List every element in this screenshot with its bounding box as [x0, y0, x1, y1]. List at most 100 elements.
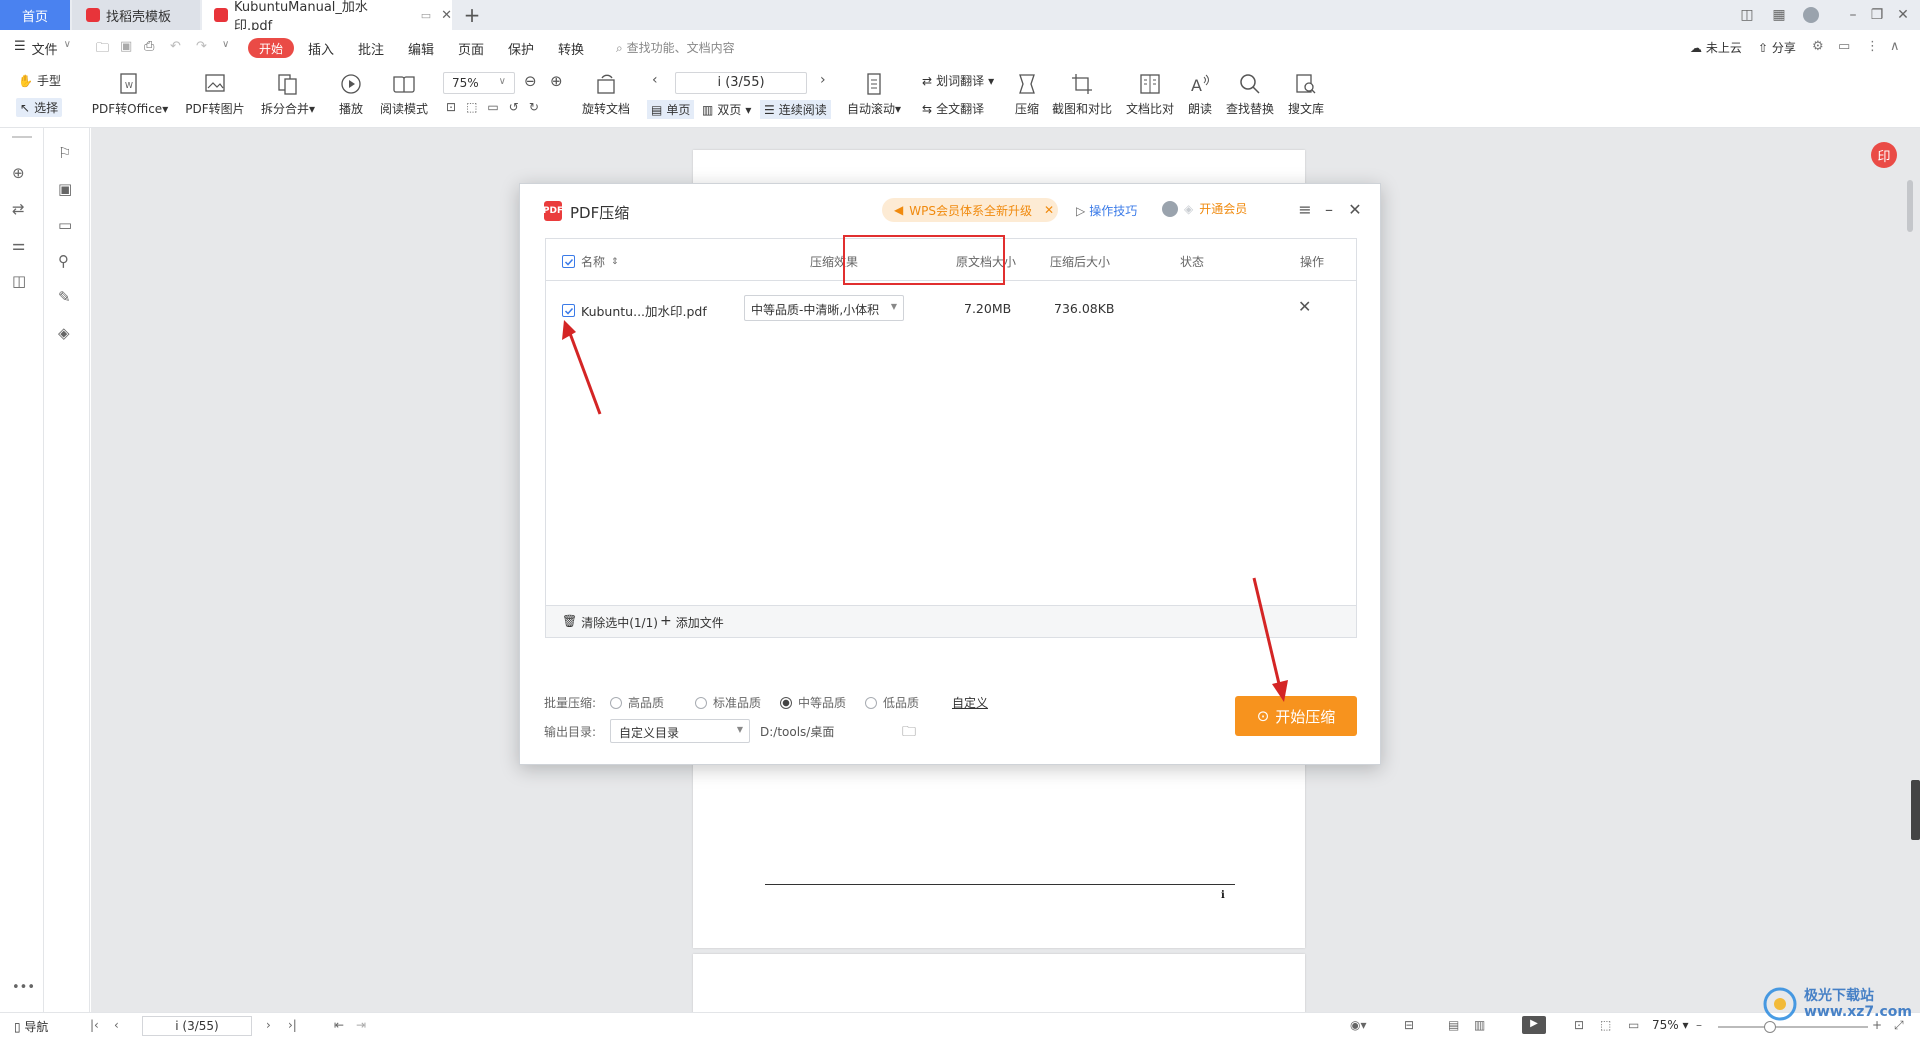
minimize-icon[interactable]: –	[1842, 4, 1864, 26]
zoom-out-icon[interactable]: ⊖	[524, 72, 537, 90]
play-button[interactable]: 播放	[333, 70, 369, 117]
menu-annotate[interactable]: 批注	[358, 39, 384, 58]
menu-start[interactable]: 开始	[248, 38, 294, 58]
signature-icon[interactable]: ✎	[58, 288, 78, 308]
rotate-right-icon[interactable]: ↻	[529, 100, 539, 114]
folder-icon[interactable]: 🗀	[902, 721, 916, 745]
fit-width-status-icon[interactable]: ▭	[1628, 1018, 1639, 1032]
row-checkbox[interactable]	[562, 304, 575, 317]
add-file-button[interactable]: + 添加文件	[660, 614, 724, 631]
single-page-button[interactable]: ▤ 单页	[647, 100, 695, 119]
zoom-out-status-icon[interactable]: –	[1696, 1018, 1702, 1032]
fit-page-status-icon[interactable]: ⬚	[1600, 1018, 1611, 1032]
zoom-slider[interactable]	[1718, 1026, 1868, 1028]
dialog-close-icon[interactable]: ✕	[1344, 198, 1366, 220]
read-aloud-button[interactable]: A 朗读	[1184, 70, 1216, 117]
comment-icon[interactable]: ▭	[1838, 39, 1850, 54]
continuous-read-button[interactable]: ☰ 连续阅读	[760, 100, 831, 119]
menu-protect[interactable]: 保护	[508, 39, 534, 58]
single-page-status-icon[interactable]: ▤	[1448, 1018, 1459, 1032]
close-window-icon[interactable]: ✕	[1892, 4, 1914, 26]
select-tool[interactable]: ↖ 选择	[16, 98, 63, 117]
compress-button[interactable]: 压缩	[1010, 70, 1044, 117]
next-page-icon[interactable]: ›	[820, 72, 826, 88]
undo-icon[interactable]: ↶	[170, 39, 181, 54]
search-library-button[interactable]: 搜文库	[1284, 70, 1328, 117]
menu-convert[interactable]: 转换	[558, 39, 584, 58]
autoscroll-button[interactable]: 自动滚动▾	[845, 70, 903, 117]
radio-low-quality[interactable]: 低品质	[865, 694, 919, 711]
find-text-icon[interactable]: ⊕	[12, 164, 32, 184]
layers-icon[interactable]: ◈	[58, 324, 78, 344]
tips-link[interactable]: ▷ 操作技巧	[1076, 202, 1137, 219]
more-dots-icon[interactable]: •••	[12, 980, 35, 1000]
translate-rail-icon[interactable]: ⇄	[12, 200, 32, 220]
select-all-checkbox[interactable]	[562, 255, 575, 268]
zoom-slider-handle[interactable]	[1764, 1021, 1776, 1033]
upgrade-banner[interactable]: ◀ WPS会员体系全新升级 ✕	[882, 198, 1058, 222]
maximize-icon[interactable]: ❐	[1866, 4, 1888, 26]
clear-selected-button[interactable]: 🗑 清除选中(1/1)	[562, 614, 658, 631]
dialog-menu-icon[interactable]: ≡	[1294, 198, 1316, 220]
radio-high-quality[interactable]: 高品质	[610, 694, 664, 711]
collapse-ribbon-icon[interactable]: ∧	[1890, 39, 1900, 54]
dialog-minimize-icon[interactable]: –	[1318, 198, 1340, 220]
open-folder-icon[interactable]: 🗀	[96, 39, 109, 61]
redo-icon[interactable]: ↷	[196, 39, 207, 54]
member-link[interactable]: ◈ 开通会员	[1162, 200, 1247, 217]
compare-rail-icon[interactable]: ◫	[12, 272, 32, 292]
nav-toggle[interactable]: ▯ 导航	[14, 1018, 48, 1035]
quick-access-chevron-icon[interactable]: ∨	[222, 39, 229, 50]
custom-link[interactable]: 自定义	[952, 694, 988, 711]
start-compress-button[interactable]: ⊙ 开始压缩	[1235, 696, 1357, 736]
menu-insert[interactable]: 插入	[308, 39, 334, 58]
forward-icon[interactable]: ⇥	[356, 1018, 366, 1032]
read-mode-button[interactable]: 阅读模式	[376, 70, 432, 117]
adjust-icon[interactable]: ⚌	[12, 236, 32, 256]
double-page-status-icon[interactable]: ▥	[1474, 1018, 1485, 1032]
bookmark-icon[interactable]: ⚐	[58, 144, 78, 164]
floating-print-icon[interactable]: 印	[1871, 142, 1897, 168]
settings-gear-icon[interactable]: ⚙	[1812, 39, 1824, 54]
tab-home[interactable]: 首页	[0, 0, 70, 30]
file-menu[interactable]: ☰ 文件 ∨	[14, 39, 71, 58]
split-merge-button[interactable]: 拆分合并▾	[258, 70, 318, 117]
radio-medium-quality[interactable]: 中等品质	[780, 694, 846, 711]
fit-mode-icon[interactable]: ⊟	[1404, 1018, 1414, 1032]
more-menu-icon[interactable]: ⋮	[1866, 39, 1879, 54]
share-button[interactable]: ⇧ 分享	[1758, 39, 1796, 56]
prev-page-status-icon[interactable]: ‹	[114, 1018, 119, 1032]
radio-standard-quality[interactable]: 标准品质	[695, 694, 761, 711]
tab-document[interactable]: KubuntuManual_加水印.pdf ▭ ✕	[202, 0, 452, 34]
menu-edit[interactable]: 编辑	[408, 39, 434, 58]
new-tab-button[interactable]: +	[460, 0, 484, 30]
status-page-input[interactable]: i (3/55)	[142, 1016, 252, 1036]
screenshot-compare-button[interactable]: 截图和对比	[1050, 70, 1114, 117]
doc-compare-button[interactable]: 文档比对	[1124, 70, 1176, 117]
find-replace-button[interactable]: 查找替换	[1224, 70, 1276, 117]
header-name[interactable]: 名称 ⇕	[562, 253, 619, 270]
pdf-to-image-button[interactable]: PDF转图片	[183, 70, 247, 117]
search-input[interactable]: ⌕ 查找功能、文档内容	[616, 39, 735, 56]
fit-width-icon[interactable]: ▭	[487, 100, 498, 114]
thumbnail-icon[interactable]: ▣	[58, 180, 78, 200]
hand-tool[interactable]: ✋ 手型	[18, 72, 61, 89]
double-page-button[interactable]: ▥ 双页 ▾	[702, 101, 751, 118]
menu-page[interactable]: 页面	[458, 39, 484, 58]
back-icon[interactable]: ⇤	[334, 1018, 344, 1032]
tab-close-icon[interactable]: ✕	[441, 8, 452, 23]
full-translate-button[interactable]: ⇆ 全文翻译	[922, 100, 984, 117]
fit-page-icon[interactable]: ⬚	[466, 100, 477, 114]
quality-select[interactable]: 中等品质-中清晰,小体积 ▼	[744, 295, 904, 321]
apps-grid-icon[interactable]: ▦	[1768, 4, 1790, 26]
comment-rail-icon[interactable]: ▭	[58, 216, 78, 236]
page-number-input[interactable]: i (3/55)	[675, 72, 807, 94]
banner-close-icon[interactable]: ✕	[1044, 203, 1054, 217]
remove-file-icon[interactable]: ✕	[1298, 297, 1311, 316]
actual-size-status-icon[interactable]: ⊡	[1574, 1018, 1584, 1032]
first-page-icon[interactable]: |‹	[90, 1018, 99, 1032]
layout-icon[interactable]: ◫	[1736, 4, 1758, 26]
attachment-icon[interactable]: ⚲	[58, 252, 78, 272]
last-page-icon[interactable]: ›|	[288, 1018, 297, 1032]
rotate-doc-button[interactable]: 旋转文档	[580, 70, 632, 117]
